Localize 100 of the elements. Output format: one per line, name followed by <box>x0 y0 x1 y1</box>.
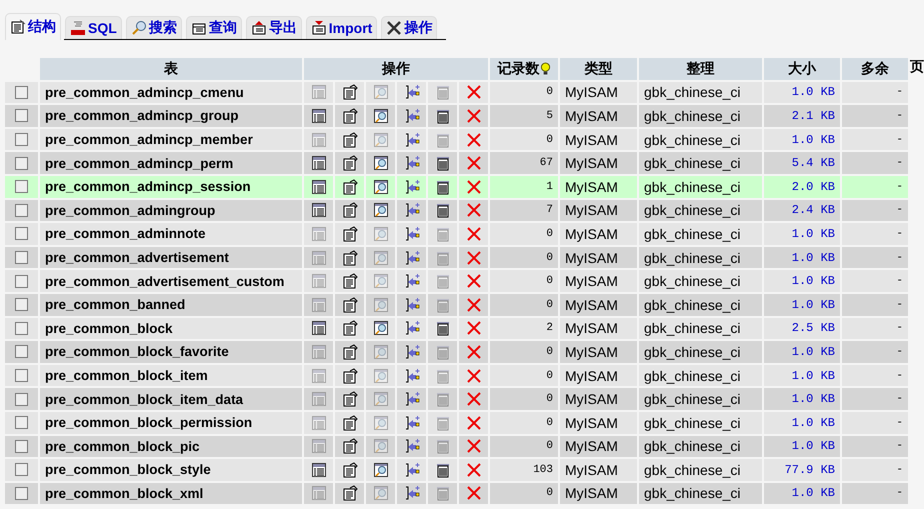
delete-icon[interactable] <box>466 132 482 148</box>
delete-icon[interactable] <box>466 438 482 454</box>
delete-icon[interactable] <box>466 320 482 336</box>
browse-icon[interactable] <box>310 202 326 218</box>
table-name[interactable]: pre_common_admincp_cmenu <box>40 82 302 104</box>
insert-icon[interactable] <box>404 202 420 218</box>
tab[interactable]: 查询 <box>186 16 242 39</box>
delete-icon[interactable] <box>466 178 482 195</box>
table-name[interactable]: pre_common_adminnote <box>40 223 302 245</box>
trash-icon[interactable] <box>434 462 450 478</box>
insert-icon[interactable] <box>404 108 420 124</box>
table-name[interactable]: pre_common_block_xml <box>40 482 302 504</box>
structure-icon[interactable] <box>342 414 358 431</box>
insert-icon[interactable] <box>404 226 420 242</box>
structure-icon[interactable] <box>342 273 358 290</box>
search-icon[interactable] <box>372 320 388 336</box>
browse-icon[interactable] <box>310 462 326 478</box>
table-name[interactable]: pre_common_block_style <box>40 459 302 481</box>
structure-icon[interactable] <box>342 391 358 408</box>
row-checkbox[interactable] <box>15 440 28 453</box>
row-checkbox[interactable] <box>15 369 28 382</box>
structure-icon[interactable] <box>342 250 358 266</box>
structure-icon[interactable] <box>342 178 358 195</box>
structure-icon[interactable] <box>342 108 358 124</box>
table-name[interactable]: pre_common_block <box>40 318 302 340</box>
delete-icon[interactable] <box>466 485 482 502</box>
row-checkbox[interactable] <box>15 227 28 240</box>
delete-icon[interactable] <box>466 226 482 242</box>
browse-icon[interactable] <box>310 155 326 172</box>
tab[interactable]: 搜索 <box>126 16 182 39</box>
structure-icon[interactable] <box>342 462 358 478</box>
structure-icon[interactable] <box>342 202 358 218</box>
trash-icon[interactable] <box>434 155 450 172</box>
structure-icon[interactable] <box>342 368 358 384</box>
row-checkbox[interactable] <box>15 204 28 217</box>
insert-icon[interactable] <box>404 485 420 502</box>
delete-icon[interactable] <box>466 344 482 360</box>
trash-icon[interactable] <box>434 202 450 218</box>
tab[interactable]: 操作 <box>381 16 438 39</box>
trash-icon[interactable] <box>434 108 450 124</box>
table-name[interactable]: pre_common_admincp_group <box>40 105 302 127</box>
insert-icon[interactable] <box>404 438 420 454</box>
row-checkbox[interactable] <box>15 416 28 430</box>
row-checkbox[interactable] <box>15 180 28 194</box>
delete-icon[interactable] <box>466 108 482 124</box>
trash-icon[interactable] <box>434 178 450 195</box>
insert-icon[interactable] <box>404 155 420 172</box>
table-name[interactable]: pre_common_block_pic <box>40 436 302 458</box>
insert-icon[interactable] <box>404 84 420 100</box>
table-name[interactable]: pre_common_admincp_session <box>40 176 302 198</box>
table-name[interactable]: pre_common_advertisement <box>40 246 302 268</box>
browse-icon[interactable] <box>310 108 326 124</box>
row-checkbox[interactable] <box>15 251 28 264</box>
row-checkbox[interactable] <box>15 486 28 500</box>
structure-icon[interactable] <box>342 438 358 454</box>
insert-icon[interactable] <box>404 462 420 478</box>
insert-icon[interactable] <box>404 391 420 408</box>
delete-icon[interactable] <box>466 202 482 218</box>
structure-icon[interactable] <box>342 226 358 242</box>
row-checkbox[interactable] <box>15 298 28 312</box>
structure-icon[interactable] <box>342 155 358 172</box>
delete-icon[interactable] <box>466 250 482 266</box>
delete-icon[interactable] <box>466 391 482 408</box>
browse-icon[interactable] <box>310 320 326 336</box>
insert-icon[interactable] <box>404 132 420 148</box>
tab[interactable]: 导出 <box>246 16 302 39</box>
table-name[interactable]: pre_common_advertisement_custom <box>40 270 302 292</box>
table-name[interactable]: pre_common_block_item_data <box>40 388 302 410</box>
tab[interactable]: SQL <box>65 16 122 39</box>
insert-icon[interactable] <box>404 414 420 431</box>
insert-icon[interactable] <box>404 368 420 384</box>
table-name[interactable]: pre_common_admincp_member <box>40 128 302 150</box>
table-name[interactable]: pre_common_block_favorite <box>40 341 302 363</box>
delete-icon[interactable] <box>466 84 482 100</box>
row-checkbox[interactable] <box>15 322 28 335</box>
insert-icon[interactable] <box>404 344 420 360</box>
structure-icon[interactable] <box>342 485 358 502</box>
structure-icon[interactable] <box>342 84 358 100</box>
delete-icon[interactable] <box>466 273 482 290</box>
insert-icon[interactable] <box>404 178 420 195</box>
delete-icon[interactable] <box>466 368 482 384</box>
row-checkbox[interactable] <box>15 274 28 288</box>
delete-icon[interactable] <box>466 462 482 478</box>
insert-icon[interactable] <box>404 250 420 266</box>
structure-icon[interactable] <box>342 296 358 313</box>
delete-icon[interactable] <box>466 296 482 313</box>
delete-icon[interactable] <box>466 155 482 172</box>
table-name[interactable]: pre_common_block_item <box>40 364 302 386</box>
table-name[interactable]: pre_common_block_permission <box>40 412 302 434</box>
row-checkbox[interactable] <box>15 156 28 170</box>
table-name[interactable]: pre_common_admingroup <box>40 200 302 222</box>
row-checkbox[interactable] <box>15 133 28 146</box>
search-icon[interactable] <box>372 462 388 478</box>
tab[interactable]: Import <box>306 16 378 39</box>
delete-icon[interactable] <box>466 414 482 431</box>
structure-icon[interactable] <box>342 320 358 336</box>
search-icon[interactable] <box>372 155 388 172</box>
tab[interactable]: 结构 <box>5 13 61 40</box>
row-checkbox[interactable] <box>15 109 28 122</box>
search-icon[interactable] <box>372 108 388 124</box>
